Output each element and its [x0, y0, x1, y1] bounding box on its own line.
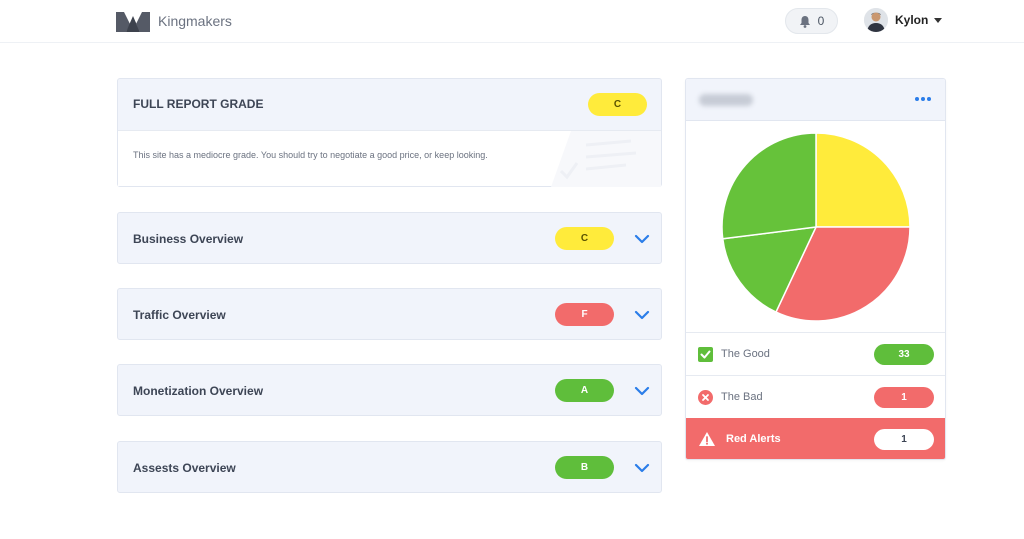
full-report-description: This site has a mediocre grade. You shou…: [133, 150, 488, 160]
full-report-grade-badge: C: [588, 93, 647, 116]
grade-pie-chart: [721, 132, 911, 322]
user-name[interactable]: Kylon: [895, 13, 928, 27]
full-report-body: This site has a mediocre grade. You shou…: [118, 130, 661, 187]
user-menu-caret-icon[interactable]: [934, 18, 942, 23]
warning-icon: [699, 432, 715, 446]
red-alerts-count-badge: 1: [874, 429, 934, 450]
brand-name[interactable]: Kingmakers: [158, 13, 232, 29]
assets-overview-card[interactable]: Assests Overview B: [117, 441, 662, 493]
pie-slice-4: [721, 132, 817, 240]
bad-label: The Bad: [721, 391, 763, 403]
full-report-card: FULL REPORT GRADE C This site has a medi…: [117, 78, 662, 187]
section-grade-badge: C: [555, 227, 614, 250]
monetization-overview-card[interactable]: Monetization Overview A: [117, 364, 662, 416]
good-row[interactable]: The Good 33: [686, 332, 945, 375]
check-icon: [698, 347, 713, 362]
business-overview-card[interactable]: Business Overview C: [117, 212, 662, 264]
good-label: The Good: [721, 348, 770, 360]
full-report-header: FULL REPORT GRADE C: [118, 79, 661, 130]
chevron-down-icon[interactable]: [634, 309, 650, 321]
pie-slice-1: [815, 132, 911, 228]
traffic-overview-card[interactable]: Traffic Overview F: [117, 288, 662, 340]
section-grade-badge: F: [555, 303, 614, 326]
section-grade-badge: B: [555, 456, 614, 479]
blurred-title: [699, 94, 753, 106]
red-alerts-row[interactable]: Red Alerts 1: [686, 418, 945, 459]
chevron-down-icon[interactable]: [634, 385, 650, 397]
full-report-title: FULL REPORT GRADE: [133, 97, 264, 111]
notifications-count: 0: [817, 14, 825, 28]
chevron-down-icon[interactable]: [634, 233, 650, 245]
summary-panel-header: [686, 79, 945, 121]
section-title: Business Overview: [133, 232, 244, 246]
more-dots-icon[interactable]: [915, 97, 931, 101]
section-grade-badge: A: [555, 379, 614, 402]
summary-panel: The Good 33 The Bad 1 Red Alerts 1: [685, 78, 946, 460]
bell-icon: [799, 15, 810, 28]
red-alerts-label: Red Alerts: [726, 433, 781, 445]
section-title: Traffic Overview: [133, 308, 226, 322]
section-title: Monetization Overview: [133, 384, 264, 398]
chevron-down-icon[interactable]: [634, 462, 650, 474]
crown-logo-icon[interactable]: [116, 10, 150, 32]
user-avatar[interactable]: [864, 8, 888, 32]
report-watermark-icon: [551, 131, 661, 187]
notifications-button[interactable]: 0: [785, 8, 838, 34]
section-title: Assests Overview: [133, 461, 236, 475]
x-circle-icon: [698, 390, 713, 405]
top-header: Kingmakers 0 Kylon: [0, 0, 1024, 43]
bad-row[interactable]: The Bad 1: [686, 375, 945, 418]
good-count-badge: 33: [874, 344, 934, 365]
bad-count-badge: 1: [874, 387, 934, 408]
